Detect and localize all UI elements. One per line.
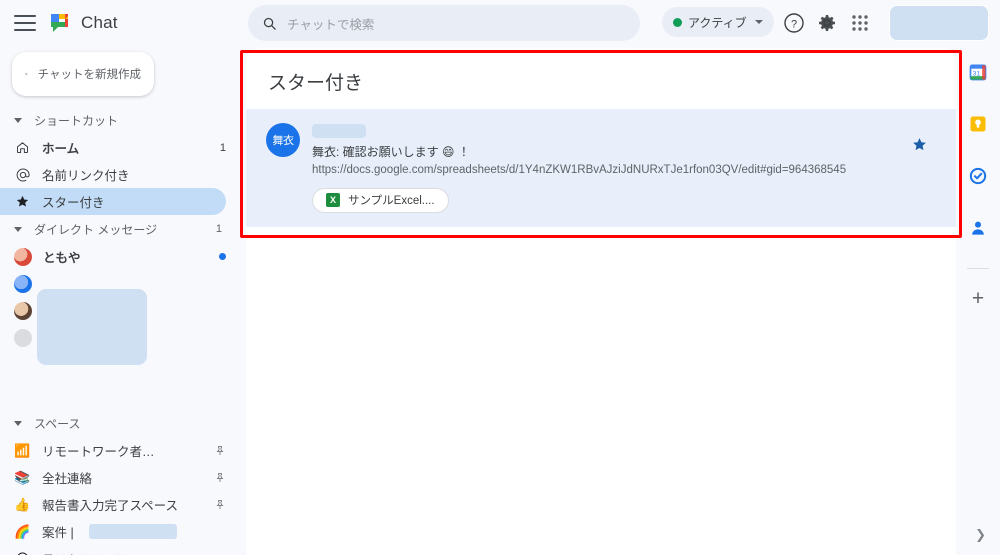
section-title: ダイレクト メッセージ: [34, 222, 158, 237]
unread-indicator: [219, 253, 226, 260]
pin-icon: [216, 445, 224, 455]
sidebar-item-label: 案件 |: [42, 526, 74, 540]
emoji-rainbow-icon: 🌈: [14, 524, 31, 539]
compose-chat-label: チャットを新規作成: [37, 69, 141, 81]
sidebar-item-space-company-news[interactable]: 📚 全社連絡: [0, 464, 226, 491]
section-count: 1: [215, 223, 222, 235]
home-icon: [14, 139, 31, 156]
google-calendar-icon[interactable]: 31: [966, 60, 990, 84]
google-tasks-icon[interactable]: [966, 164, 990, 188]
starred-message-item[interactable]: 舞衣 舞衣: 確認お願いします 😄 ！ https://docs.google.…: [246, 109, 956, 227]
sidebar-item-starred[interactable]: スター付き: [0, 188, 226, 215]
account-avatar-redacted[interactable]: [889, 5, 989, 41]
add-app-button[interactable]: +: [966, 287, 990, 311]
sidebar-item-count: 1: [219, 141, 226, 154]
page-title: スター付き: [268, 73, 364, 94]
app-logo-title[interactable]: Chat: [48, 11, 118, 35]
help-icon[interactable]: ?: [782, 11, 806, 35]
google-apps-grid-icon[interactable]: [848, 11, 872, 35]
compose-chat-button[interactable]: チャットを新規作成: [12, 52, 154, 96]
avatar: 舞衣: [266, 123, 300, 157]
attachment-chip[interactable]: X サンプルExcel....: [312, 187, 449, 213]
status-active-dot: [673, 17, 682, 27]
avatar: [14, 301, 32, 320]
chevron-down-icon: [14, 117, 22, 123]
main-content-panel: スター付き 舞衣 舞衣: 確認お願いします 😄 ！ https://docs.g…: [246, 48, 956, 555]
emoji-books-icon: 📚: [14, 470, 31, 485]
side-rail: 31 + ❯: [956, 46, 1000, 555]
hamburger-menu-icon[interactable]: [14, 15, 36, 31]
sidebar-item-dm-tomoya[interactable]: ともや: [0, 243, 226, 270]
compose-chat-icon: [25, 73, 28, 76]
pin-icon: [216, 499, 224, 509]
section-header-direct-messages[interactable]: ダイレクト メッセージ 1: [0, 215, 238, 243]
sidebar-item-label: ともや: [43, 251, 81, 265]
svg-text:?: ?: [791, 18, 797, 30]
sidebar-item-mentions[interactable]: 名前リンク付き: [0, 161, 226, 188]
section-header-shortcuts[interactable]: ショートカット: [0, 106, 238, 134]
avatar: [14, 274, 32, 293]
avatar: [14, 328, 32, 347]
sidebar-item-label: スター付き: [42, 196, 105, 210]
sidebar-item-label: ホーム: [42, 142, 80, 156]
search-placeholder: チャットで検索: [287, 17, 375, 32]
sidebar-item-space-remote-work[interactable]: 📶 リモートワーク者質問受...: [0, 437, 226, 464]
sidebar-item-label: リモートワーク者質問受...: [42, 445, 164, 459]
message-text: 舞衣: 確認お願いします 😄 ！: [312, 145, 470, 159]
search-icon: [263, 17, 276, 30]
chevron-down-icon: [14, 420, 22, 426]
star-icon: [14, 193, 31, 210]
google-contacts-icon[interactable]: [966, 216, 990, 240]
google-keep-icon[interactable]: [966, 112, 990, 136]
emoji-thumbsup-icon: 👍: [14, 497, 31, 512]
sidebar: チャットを新規作成 ショートカット ホーム 1 名前リンク付き スター付き ダイ…: [0, 46, 238, 555]
sidebar-item-space-report-done[interactable]: 👍 報告書入力完了スペース: [0, 491, 226, 518]
sidebar-item-label: 名前リンク付き: [42, 169, 130, 183]
message-url[interactable]: https://docs.google.com/spreadsheets/d/1…: [312, 162, 956, 179]
emoji-neutral-face-icon: 😐: [14, 550, 31, 555]
rail-divider: [967, 268, 989, 269]
sender-name-redaction-block: [312, 124, 366, 138]
chevron-down-icon: [754, 20, 763, 24]
excel-file-icon: X: [326, 193, 340, 208]
sidebar-item-space-project[interactable]: 🌈 案件 |: [0, 518, 226, 545]
star-filled-icon[interactable]: [911, 136, 928, 158]
attachment-label: サンプルExcel....: [348, 195, 435, 208]
sidebar-item-label: 報告書入力完了スペース: [42, 499, 179, 513]
chevron-right-icon[interactable]: ❯: [975, 527, 986, 543]
emoji-antenna-icon: 📶: [14, 443, 31, 458]
pin-icon: [216, 472, 224, 482]
section-title: スペース: [34, 416, 81, 431]
sidebar-item-label: テストスペース: [42, 549, 128, 555]
sidebar-item-label: 全社連絡: [42, 472, 93, 486]
avatar: [14, 247, 32, 266]
section-header-spaces[interactable]: スペース: [0, 409, 238, 437]
svg-text:31: 31: [973, 70, 981, 77]
google-chat-logo: [51, 14, 68, 32]
section-title: ショートカット: [34, 113, 119, 128]
mention-at-icon: [14, 166, 31, 183]
status-selector[interactable]: アクティブ: [662, 7, 774, 37]
status-label: アクティブ: [688, 15, 747, 30]
search-input[interactable]: チャットで検索: [248, 5, 640, 41]
settings-gear-icon[interactable]: [815, 11, 839, 35]
message-body: 舞衣: 確認お願いします 😄 ！ https://docs.google.com…: [312, 123, 956, 213]
space-name-redaction-block: [88, 524, 177, 539]
chevron-down-icon: [14, 226, 22, 232]
app-title: Chat: [81, 13, 118, 32]
dm-list-redaction-block: [37, 289, 147, 365]
sidebar-item-home[interactable]: ホーム 1: [0, 134, 226, 161]
sidebar-item-space-test[interactable]: 😐 テストスペース: [0, 545, 226, 555]
